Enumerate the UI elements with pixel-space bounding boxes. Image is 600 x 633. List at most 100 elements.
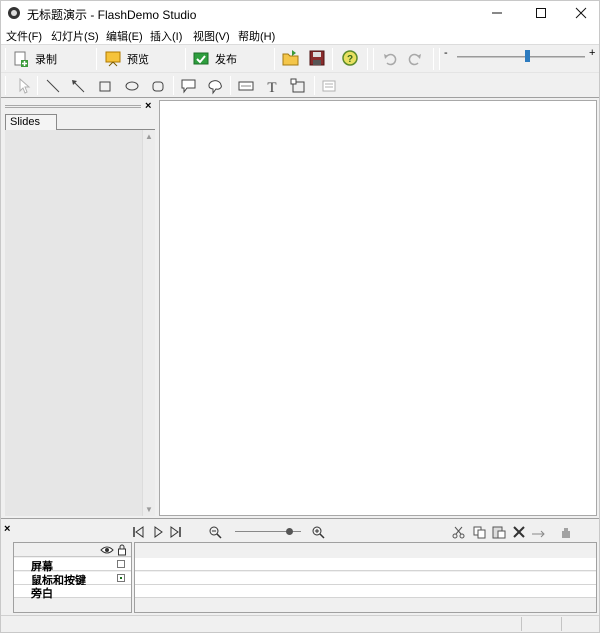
menu-file[interactable]: 文件(F) (6, 28, 42, 44)
text-icon[interactable]: T (263, 77, 281, 95)
zoom-in-label[interactable]: + (589, 47, 595, 59)
layer-row-mouse-keys[interactable]: 鼠标和按键 (14, 572, 131, 587)
toolbar-separator (37, 76, 38, 95)
status-bar (1, 615, 599, 632)
maximize-button[interactable] (520, 1, 562, 25)
frame-row[interactable] (135, 558, 596, 571)
split-icon[interactable] (531, 525, 545, 539)
timeline-panel: × 屏幕 鼠标和按键 旁白 (1, 518, 599, 615)
toolbar-separator (274, 48, 275, 70)
layer-checkbox[interactable] (117, 574, 125, 582)
paste-icon[interactable] (492, 525, 506, 539)
layer-name: 旁白 (31, 588, 53, 600)
slides-scrollbar[interactable]: ▲ ▼ (142, 130, 155, 516)
toolbar-separator (96, 48, 97, 70)
zoom-slider-thumb[interactable] (525, 50, 530, 62)
rectangle-icon[interactable] (96, 77, 114, 95)
zoom-in-icon[interactable] (311, 525, 325, 539)
toolbar-separator (332, 48, 333, 70)
select-icon[interactable] (15, 77, 33, 95)
toolbar-grip (373, 48, 374, 70)
cloud-callout-icon[interactable] (206, 77, 224, 95)
main-toolbar: 录制 预览 发布 ? - + (1, 44, 599, 72)
delete-icon[interactable] (512, 525, 526, 539)
menu-view[interactable]: 视图(V) (193, 28, 230, 44)
preview-button[interactable]: 预览 (105, 48, 149, 70)
status-cell (561, 617, 597, 631)
publish-icon (193, 52, 209, 65)
panel-close-button[interactable]: × (145, 100, 151, 112)
tab-slides[interactable]: Slides (5, 114, 57, 130)
slides-panel: × Slides ▲ ▼ (3, 100, 157, 518)
panel-grip[interactable] (5, 105, 141, 108)
textbox-icon[interactable] (237, 77, 255, 95)
record-button[interactable]: 录制 (13, 48, 57, 70)
zoom-slider-track[interactable] (457, 56, 585, 58)
toolbar-separator (314, 76, 315, 95)
timeline-layers: 屏幕 鼠标和按键 旁白 (13, 542, 132, 613)
layer-row-narration[interactable]: 旁白 (14, 585, 131, 600)
toolbar-separator (230, 76, 231, 95)
lock-icon[interactable] (117, 544, 127, 556)
menu-insert[interactable]: 插入(I) (150, 28, 182, 44)
timeline-zoom-thumb[interactable] (286, 528, 293, 535)
scroll-down-icon[interactable]: ▼ (145, 505, 153, 514)
menu-help[interactable]: 帮助(H) (238, 28, 275, 44)
open-folder-icon[interactable] (282, 49, 300, 67)
frame-row[interactable] (135, 572, 596, 585)
title-bar: 无标题演示 - FlashDemo Studio (1, 1, 599, 25)
drawing-toolbar: T (1, 72, 599, 98)
skip-to-end-icon[interactable] (169, 525, 183, 539)
maximize-icon (536, 8, 546, 18)
close-icon (575, 7, 587, 19)
timeline-frames[interactable] (134, 542, 597, 613)
toolbar-separator (367, 48, 368, 70)
callout-icon[interactable] (180, 77, 198, 95)
svg-text:T: T (267, 80, 276, 95)
frame-row[interactable] (135, 585, 596, 598)
arrow-icon[interactable] (69, 77, 87, 95)
preview-label: 预览 (127, 54, 149, 66)
layer-row-screen[interactable]: 屏幕 (14, 558, 131, 573)
eye-icon[interactable] (100, 545, 114, 555)
toolbar-separator (433, 48, 434, 70)
redo-icon[interactable] (405, 50, 423, 68)
rounded-rectangle-icon[interactable] (149, 77, 167, 95)
toolbar-grip (5, 48, 6, 70)
minimize-button[interactable] (476, 1, 518, 25)
window-title: 无标题演示 - FlashDemo Studio (27, 8, 197, 22)
cut-icon[interactable] (452, 525, 466, 539)
menu-edit[interactable]: 编辑(E) (106, 28, 143, 44)
undo-icon[interactable] (382, 50, 400, 68)
publish-button[interactable]: 发布 (193, 48, 237, 70)
svg-text:?: ? (347, 54, 353, 65)
help-icon[interactable]: ? (341, 49, 359, 67)
record-label: 录制 (35, 54, 57, 66)
skip-to-start-icon[interactable] (131, 525, 145, 539)
copy-icon[interactable] (473, 525, 487, 539)
record-icon (14, 51, 28, 67)
close-button[interactable] (560, 1, 600, 25)
note-icon[interactable] (320, 77, 338, 95)
layer-checkbox[interactable] (117, 560, 125, 568)
toolbar-grip (5, 76, 6, 95)
zoom-out-icon[interactable] (208, 525, 222, 539)
minimize-icon (492, 12, 502, 14)
line-icon[interactable] (44, 77, 62, 95)
ellipse-icon[interactable] (123, 77, 141, 95)
slide-canvas[interactable] (159, 100, 597, 516)
play-icon[interactable] (151, 525, 165, 539)
publish-label: 发布 (215, 54, 237, 66)
zoom-out-label[interactable]: - (444, 47, 448, 59)
slides-list[interactable] (5, 130, 142, 516)
image-frame-icon[interactable] (289, 77, 307, 95)
timeline-close-button[interactable]: × (4, 523, 10, 535)
menu-bar: 文件(F) 幻灯片(S) 编辑(E) 插入(I) 视图(V) 帮助(H) (1, 25, 599, 44)
save-icon[interactable] (308, 49, 326, 67)
app-logo-icon (8, 7, 20, 19)
menu-slide[interactable]: 幻灯片(S) (51, 28, 99, 44)
scroll-up-icon[interactable]: ▲ (145, 132, 153, 141)
status-cell (521, 617, 561, 631)
layers-header (14, 543, 131, 557)
hand-icon[interactable] (559, 525, 573, 539)
